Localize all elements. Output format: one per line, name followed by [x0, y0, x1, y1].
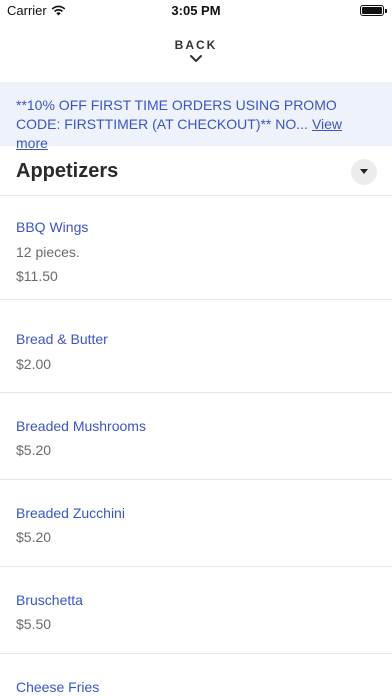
menu-item[interactable]: BBQ Wings 12 pieces. $11.50	[0, 196, 392, 300]
menu-item-name: Bread & Butter	[16, 331, 108, 347]
menu-item-description: 12 pieces.	[16, 244, 80, 260]
clock: 3:05 PM	[171, 3, 221, 18]
menu-item-price: $5.20	[16, 442, 52, 458]
section-header[interactable]: Appetizers	[0, 148, 392, 196]
chevron-down-icon	[190, 55, 202, 62]
back-button[interactable]: BACK	[0, 38, 392, 64]
menu-item-name: BBQ Wings	[16, 219, 89, 235]
menu-item[interactable]: Cheese Fries	[0, 654, 392, 696]
status-bar: Carrier 3:05 PM	[0, 0, 392, 22]
menu-item[interactable]: Bread & Butter $2.00	[0, 300, 392, 393]
caret-down-icon	[360, 169, 368, 174]
menu-item-price: $5.20	[16, 529, 52, 545]
back-label: BACK	[174, 38, 218, 52]
promo-banner: **10% OFF FIRST TIME ORDERS USING PROMO …	[0, 82, 392, 151]
menu-item-name: Bruschetta	[16, 592, 83, 608]
menu-item-name: Cheese Fries	[16, 679, 100, 695]
menu-item[interactable]: Breaded Zucchini $5.20	[0, 480, 392, 567]
section-collapse-button[interactable]	[351, 159, 377, 185]
menu-item-price: $5.50	[16, 616, 52, 632]
menu-item-price: $2.00	[16, 356, 52, 372]
menu-item-name: Breaded Zucchini	[16, 505, 125, 521]
section-title: Appetizers	[16, 160, 119, 182]
battery-icon	[360, 5, 387, 16]
menu-item[interactable]: Bruschetta $5.50	[0, 567, 392, 654]
menu-item[interactable]: Breaded Mushrooms $5.20	[0, 393, 392, 480]
menu-item-price: $11.50	[16, 268, 58, 284]
menu-item-name: Breaded Mushrooms	[16, 418, 146, 434]
promo-text: **10% OFF FIRST TIME ORDERS USING PROMO …	[16, 97, 337, 132]
